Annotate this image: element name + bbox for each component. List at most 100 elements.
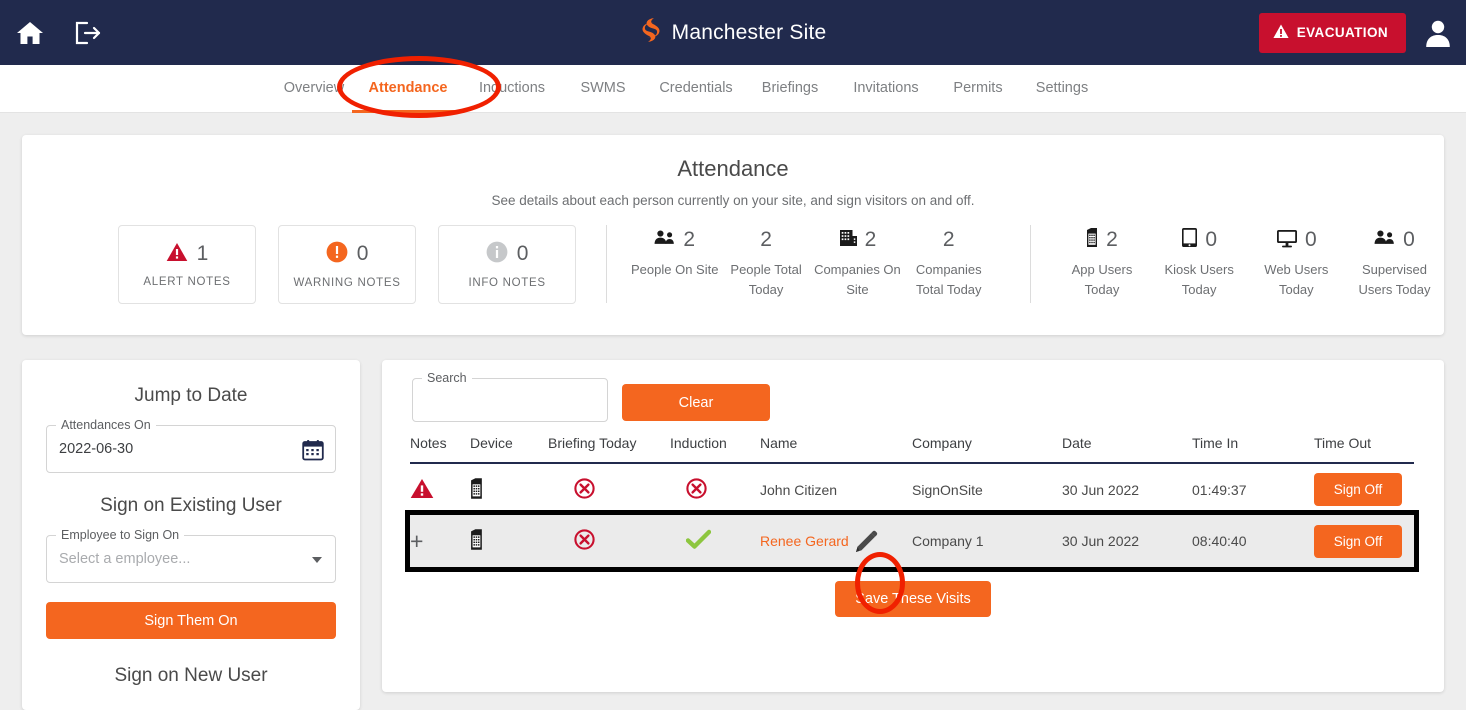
warning-triangle-icon xyxy=(1273,24,1289,42)
note-count: 0 xyxy=(356,242,369,265)
evacuation-button[interactable]: EVACUATION xyxy=(1258,12,1406,53)
attendances-on-value: 2022-06-30 xyxy=(59,441,134,457)
employee-select-placeholder: Select a employee... xyxy=(59,551,191,567)
site-title: Manchester Site xyxy=(671,20,827,44)
nav-item-label: Inductions xyxy=(478,80,546,96)
attendances-on-date-field[interactable]: Attendances On 2022-06-30 xyxy=(46,418,336,473)
page-title: Attendance xyxy=(677,156,789,181)
nav-item-swms[interactable]: SWMS xyxy=(560,65,646,113)
column-header-briefing-today: Briefing Today xyxy=(548,435,670,464)
edit-person-button[interactable] xyxy=(853,529,879,558)
metric-count: 0 xyxy=(1403,228,1415,251)
clear-button[interactable]: Clear xyxy=(622,384,770,421)
column-header-name: Name xyxy=(760,435,912,464)
pencil-edit-icon xyxy=(853,530,879,558)
cell-briefing-today[interactable] xyxy=(548,463,670,515)
person-name[interactable]: Renee Gerard xyxy=(760,533,849,549)
nav-item-permits[interactable]: Permits xyxy=(938,65,1018,113)
cell-induction[interactable] xyxy=(670,463,760,515)
cell-time-in: 01:49:37 xyxy=(1192,481,1247,498)
cell-briefing-today[interactable] xyxy=(548,515,670,567)
metric-count: 0 xyxy=(1205,228,1217,251)
metric-count: 2 xyxy=(1106,228,1118,251)
table-row[interactable]: John Citizen SignOnSite 30 Jun 2022 01:49:3… xyxy=(410,463,1414,515)
mobile-phone-icon xyxy=(470,529,484,554)
note-box-info[interactable]: 0 INFO NOTES xyxy=(438,225,577,304)
column-header-induction: Induction xyxy=(670,435,760,464)
metric-count: 2 xyxy=(683,228,696,251)
nav-item-label: SWMS xyxy=(580,80,626,96)
exit-door-arrow-icon[interactable] xyxy=(70,15,106,51)
chevron-down-icon[interactable] xyxy=(312,557,322,563)
column-header-company: Company xyxy=(912,435,1062,464)
save-visits-container: Save These Visits xyxy=(382,581,1444,617)
attendances-on-label: Attendances On xyxy=(56,418,156,432)
metric-label: Companies Total Today xyxy=(915,262,982,297)
save-these-visits-button[interactable]: Save These Visits xyxy=(835,581,991,617)
metric-count: 2 xyxy=(864,228,877,251)
nav-item-label: Credentials xyxy=(659,80,733,96)
attendance-table: Notes Device Briefing Today Induction Name Co… xyxy=(405,435,1419,572)
user-avatar-icon[interactable] xyxy=(1420,13,1456,53)
nav-item-briefings[interactable]: Briefings xyxy=(746,65,834,113)
attendance-table-body: John Citizen SignOnSite 30 Jun 2022 01:49:3… xyxy=(405,463,1419,572)
note-count: 0 xyxy=(516,242,529,265)
cell-date: 30 Jun 2022 xyxy=(1062,533,1140,549)
metric-supervised-users-today: 0 Supervised Users Today xyxy=(1345,225,1444,300)
calendar-icon[interactable] xyxy=(302,439,324,466)
cell-device xyxy=(470,463,548,515)
column-header-time-in: Time In xyxy=(1192,435,1314,464)
person-name[interactable]: John Citizen xyxy=(760,482,837,498)
search-field-wrapper: Search xyxy=(412,371,608,422)
employee-select[interactable]: Employee to Sign On Select a employee... xyxy=(46,528,336,583)
sign-off-button[interactable]: Sign Off xyxy=(1314,524,1402,558)
cell-time-out: Sign Off xyxy=(1314,463,1414,515)
note-box-warning[interactable]: 0 WARNING NOTES xyxy=(278,225,417,304)
sign-them-on-button[interactable]: Sign Them On xyxy=(46,602,336,639)
vertical-divider-2 xyxy=(1030,225,1032,303)
tablet-icon xyxy=(1181,227,1198,253)
sign-off-button[interactable]: Sign Off xyxy=(1314,473,1402,506)
cell-company: Company 1 xyxy=(912,533,984,549)
cell-name[interactable]: Renee Gerard xyxy=(760,515,912,567)
cell-notes[interactable] xyxy=(410,463,470,515)
search-label: Search xyxy=(422,371,472,385)
cell-device xyxy=(470,515,548,567)
metric-label: People Total Today xyxy=(730,262,802,297)
note-box-alert[interactable]: 1 ALERT NOTES xyxy=(118,225,257,304)
metric-web-users-today: 0 Web Users Today xyxy=(1248,225,1345,300)
cell-company: SignOnSite xyxy=(912,481,983,498)
nav-item-label: Briefings xyxy=(761,80,819,96)
desktop-monitor-icon xyxy=(1276,228,1298,253)
vertical-divider xyxy=(606,225,608,303)
search-input[interactable] xyxy=(413,379,607,421)
nav-item-settings[interactable]: Settings xyxy=(1018,65,1106,113)
cell-name[interactable]: John Citizen xyxy=(760,463,912,515)
table-toolbar: Search Clear xyxy=(382,360,1444,435)
top-app-bar: Manchester Site EVACUATION xyxy=(0,0,1466,65)
metric-kiosk-users-today: 0 Kiosk Users Today xyxy=(1151,225,1248,300)
nav-item-overview[interactable]: Overview xyxy=(276,65,352,113)
nav-item-label: Invitations xyxy=(853,80,919,96)
plus-icon[interactable]: + xyxy=(410,528,423,554)
cell-time-out: Sign Off xyxy=(1314,515,1414,567)
table-row[interactable]: + Renee Gerard Company 1 30 Jun 2022 08:40:4… xyxy=(405,510,1419,572)
nav-item-inductions[interactable]: Inductions xyxy=(464,65,560,113)
cross-circle-icon xyxy=(574,477,595,502)
column-header-date: Date xyxy=(1062,435,1192,464)
metric-people-total-today: 2 People Total Today xyxy=(720,225,811,300)
cell-induction[interactable] xyxy=(670,515,760,567)
cell-notes[interactable]: + xyxy=(410,515,470,567)
metric-label: Web Users Today xyxy=(1264,262,1329,297)
nav-item-attendance[interactable]: Attendance xyxy=(352,65,464,113)
evacuation-label: EVACUATION xyxy=(1296,25,1388,40)
signonsite-logo-icon xyxy=(640,17,662,48)
green-check-icon xyxy=(685,529,712,553)
home-icon[interactable] xyxy=(12,15,48,51)
sign-on-existing-user-heading: Sign on Existing User xyxy=(100,495,282,516)
nav-item-credentials[interactable]: Credentials xyxy=(646,65,746,113)
metric-label: Kiosk Users Today xyxy=(1164,262,1234,297)
attendance-table-panel: Search Clear Notes Device Briefing Today In… xyxy=(382,360,1444,692)
nav-item-invitations[interactable]: Invitations xyxy=(834,65,938,113)
mobile-phone-icon xyxy=(470,477,484,503)
